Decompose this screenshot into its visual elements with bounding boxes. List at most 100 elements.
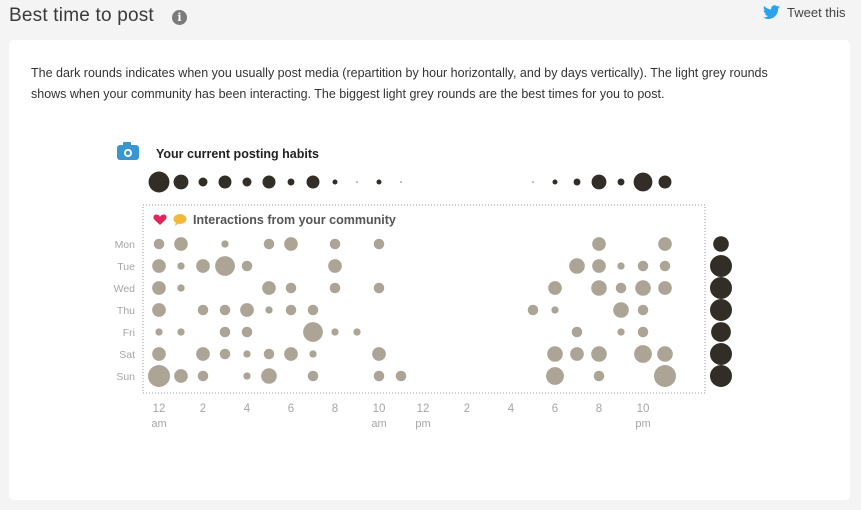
day-label-sat: Sat [119,349,135,361]
community-dot-thu-6 [285,304,297,316]
community-dot-sat-2 [196,347,210,361]
community-dot-tue-23 [659,260,671,272]
community-dot-fri-1 [177,328,185,336]
day-label-thu: Thu [117,305,135,317]
x-tick-label: 6 [288,403,294,415]
posting-dot-hour-2 [198,177,208,187]
posting-dot-hour-6 [287,178,295,186]
x-tick-label: 4 [508,403,515,415]
posting-dot-hour-9 [356,181,358,183]
community-dot-sun-23 [654,365,676,387]
x-tick-label: 10 [637,403,650,415]
posting-dot-mon [713,236,729,252]
punchcard-chart: Your current posting habits Interactions… [114,142,732,430]
community-dot-sat-20 [591,346,607,362]
community-title: Interactions from your community [193,213,396,227]
community-dot-tue-1 [177,262,185,270]
posting-dot-hour-20 [591,174,607,190]
posting-dot-hour-1 [173,174,189,190]
community-dot-thu-7 [307,304,319,316]
posting-dot-hour-23 [658,175,672,189]
posting-dot-tue [710,255,732,277]
community-dot-thu-4 [240,303,254,317]
posting-dot-hour-8 [332,179,338,185]
posting-dot-hour-22 [633,172,653,192]
heart-icon [153,214,167,225]
community-dot-tue-3 [215,256,235,276]
community-dot-thu-2 [197,304,209,316]
community-dot-fri-4 [241,326,253,338]
community-dot-mon-3 [221,240,229,248]
community-dot-tue-4 [241,260,253,272]
community-dot-thu-17 [527,304,539,316]
posting-dot-hour-11 [400,181,402,183]
day-label-mon: Mon [115,239,136,251]
community-dot-fri-7 [303,322,323,342]
community-dot-mon-6 [284,237,298,251]
heart-shape [153,214,167,225]
community-dot-tue-22 [637,260,649,272]
community-dot-fri-21 [617,328,625,336]
day-label-tue: Tue [117,261,135,273]
camera-icon [117,142,139,160]
posting-dot-hour-10 [376,179,382,185]
community-dot-wed-1 [177,284,185,292]
x-tick-label: 2 [464,403,470,415]
community-dot-fri-9 [353,328,361,336]
community-dot-sun-1 [174,369,188,383]
community-dot-fri-0 [155,328,163,336]
posting-dot-hour-0 [148,171,170,193]
community-dot-mon-1 [174,237,188,251]
x-tick-label: 12 [153,403,166,415]
x-tick-label: 8 [332,403,338,415]
community-dot-mon-23 [658,237,672,251]
community-dot-fri-8 [331,328,339,336]
x-axis-ticks: 12 am 2 4 6 8 10 am 12 pm 2 4 6 8 10 pm [151,403,650,430]
community-dot-sun-5 [261,368,277,384]
community-dot-thu-18 [551,306,559,314]
community-dot-thu-5 [265,306,273,314]
posting-dot-hour-21 [617,178,625,186]
community-dot-mon-10 [373,238,385,250]
community-dot-sun-10 [373,370,385,382]
posting-by-hour-row [148,171,672,193]
x-tick-label: 8 [596,403,602,415]
posting-dot-hour-7 [306,175,320,189]
camera-lens [125,150,131,156]
community-dot-fri-22 [637,326,649,338]
community-dot-wed-0 [152,281,166,295]
bubble-shape [173,214,187,224]
community-header: Interactions from your community [153,213,396,227]
community-dot-wed-6 [285,282,297,294]
camera-top [123,142,131,146]
speech-bubble-icon [173,214,187,226]
community-dot-wed-10 [373,282,385,294]
community-dot-sat-0 [152,347,166,361]
community-dot-thu-22 [637,304,649,316]
community-dot-fri-19 [571,326,583,338]
community-dot-tue-8 [328,259,342,273]
x-tick-sublabel: am [371,418,386,430]
community-dot-mon-5 [263,238,275,250]
community-dot-sat-4 [243,350,251,358]
posting-dot-wed [710,277,732,299]
day-label-sun: Sun [116,371,135,383]
community-dot-mon-8 [329,238,341,250]
community-dot-sat-18 [547,346,563,362]
posting-dot-hour-5 [262,175,276,189]
posting-dot-thu [710,299,732,321]
community-dots [148,237,676,387]
x-tick-label: 10 [373,403,386,415]
community-dot-sun-18 [546,367,564,385]
x-tick-label: 12 [417,403,430,415]
community-dot-sat-6 [284,347,298,361]
posting-dot-hour-17 [532,181,534,183]
x-tick-sublabel: pm [415,418,430,430]
posting-dot-sat [710,343,732,365]
community-dot-thu-3 [219,304,231,316]
community-dot-sat-7 [309,350,317,358]
community-dot-sat-22 [634,345,652,363]
community-dot-tue-0 [152,259,166,273]
posting-dot-sun [710,365,732,387]
community-box [142,204,706,394]
